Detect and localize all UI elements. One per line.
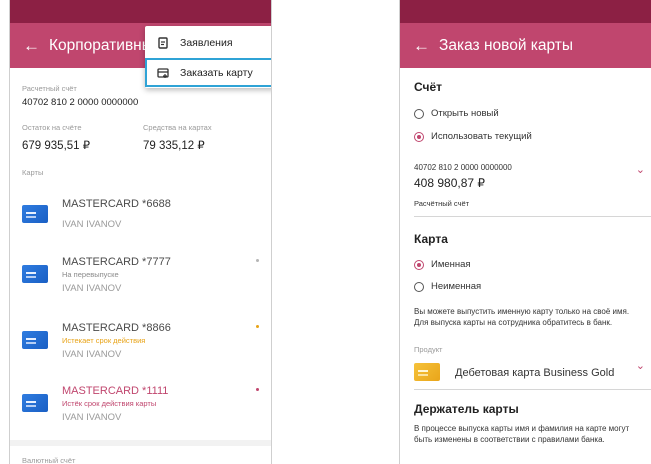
card-row[interactable]: MASTERCARD *7777 На перевыпуске IVAN IVA… [10,247,271,307]
app-bar: ← Заказ новой карты [400,23,651,68]
radio-icon [414,108,424,119]
menu-item-statements[interactable]: Заявления [145,28,271,57]
card-row[interactable]: MASTERCARD *8866 Истекает срок действия … [10,313,271,373]
card-icon [22,394,48,412]
card-owner: IVAN IVANOV [62,349,122,360]
menu-item-order-card[interactable]: Заказать карту [145,58,271,87]
card-title: MASTERCARD *1111 [62,385,169,397]
account-number: 40702 810 2 0000 0000000 [414,163,512,172]
card-row[interactable]: MASTERCARD *6688 IVAN IVANOV [10,187,271,247]
left-screen: ← Корпоративные Расчетный счёт 40702 810… [9,0,272,464]
radio-label: Открыть новый [431,108,499,119]
account-type: Расчётный счёт [414,199,470,208]
chevron-down-icon[interactable]: ⌄ [636,359,645,372]
status-dot [256,325,259,328]
card-row[interactable]: MASTERCARD *1111 Истёк срок действия кар… [10,376,271,436]
radio-label: Именная [431,259,471,270]
holder-note: В процессе выпуска карты имя и фамилия н… [414,424,630,444]
card-icon [22,331,48,349]
document-icon [157,36,169,49]
status-bar [400,0,651,23]
card-icon [22,265,48,283]
card-title: MASTERCARD *7777 [62,256,171,268]
radio-label: Использовать текущий [431,131,532,142]
divider [414,216,651,217]
card-title: MASTERCARD *8866 [62,322,171,334]
card-status: Истёк срок действия карты [62,399,157,408]
card-status: На перевыпуске [62,270,119,279]
status-dot [256,388,259,391]
radio-unnamed[interactable]: Неименная [414,281,481,292]
divider [414,389,651,390]
cards-funds-label: Средства на картах [143,123,212,132]
cards-label: Карты [22,168,44,177]
back-arrow-icon[interactable]: ← [23,36,49,56]
currency-account-label: Валютный счёт [22,456,76,464]
card-heading: Карта [414,232,448,246]
card-icon [414,363,440,381]
card-owner: IVAN IVANOV [62,412,122,423]
card-owner: IVAN IVANOV [62,283,122,294]
card-icon [22,205,48,223]
account-heading: Счёт [414,80,443,94]
radio-use-current[interactable]: Использовать текущий [414,131,532,142]
account-number: 40702 810 2 0000 0000000 [22,97,139,108]
radio-label: Неименная [431,281,482,292]
radio-icon [414,259,424,270]
named-card-note: Вы можете выпустить именную карту только… [414,307,630,327]
radio-icon [414,281,424,292]
product-select[interactable]: Дебетовая карта Business Gold [455,367,614,379]
card-owner: IVAN IVANOV [62,219,122,230]
account-content: Расчетный счёт 40702 810 2 0000 0000000 … [10,69,271,464]
radio-icon [414,131,424,142]
radio-named[interactable]: Именная [414,259,471,270]
radio-open-new[interactable]: Открыть новый [414,108,499,119]
cards-funds-value: 79 335,12 ₽ [143,140,205,152]
account-balance: 408 980,87 ₽ [414,176,486,190]
chevron-down-icon[interactable]: ⌄ [636,163,645,176]
actions-menu: Заявления Заказать карту [145,26,271,88]
card-order-icon [157,67,169,79]
menu-item-label: Заказать карту [180,66,253,79]
card-title: MASTERCARD *6688 [62,198,171,210]
status-dot [256,259,259,262]
back-arrow-icon[interactable]: ← [413,36,439,56]
menu-item-label: Заявления [180,36,233,49]
account-label: Расчетный счёт [22,84,77,93]
currency-account-section: Валютный счёт [10,440,271,464]
card-status: Истекает срок действия [62,336,146,345]
product-label: Продукт [414,345,443,354]
balance-value: 679 935,51 ₽ [22,140,91,152]
page-title: Заказ новой карты [439,36,574,54]
holder-heading: Держатель карты [414,402,519,416]
status-bar [10,0,271,23]
balance-label: Остаток на счёте [22,123,82,132]
right-screen: ← Заказ новой карты Счёт Открыть новый И… [399,0,651,464]
